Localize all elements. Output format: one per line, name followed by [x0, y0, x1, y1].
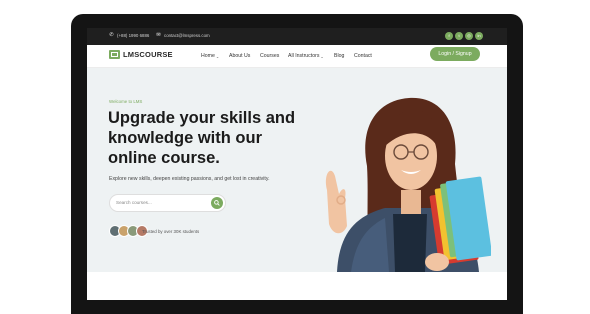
course-search-box[interactable]: Search courses... — [109, 194, 226, 212]
trusted-students-text: Trusted by over 30K students — [142, 229, 200, 234]
nav-item-contact[interactable]: Contact — [354, 53, 372, 59]
nav-item-about[interactable]: About Us — [229, 53, 250, 59]
nav-item-courses[interactable]: Courses — [260, 53, 279, 59]
instagram-icon[interactable]: ◎ — [465, 32, 473, 40]
hero-eyebrow: Welcome to LMS — [109, 99, 143, 104]
hero-section: Welcome to LMS Upgrade your skills and k… — [87, 68, 507, 272]
search-icon — [214, 200, 220, 206]
logo-text: LMSCOURSE — [123, 50, 173, 59]
nav-label-courses: Courses — [260, 53, 280, 59]
search-input[interactable]: Search courses... — [116, 200, 152, 205]
email-contact[interactable]: ✉ contact@lmspress.com — [156, 32, 210, 39]
phone-number: (+88) 1990 6886 — [117, 33, 150, 38]
email-address: contact@lmspress.com — [164, 33, 210, 38]
below-hero-section — [87, 272, 507, 300]
chevron-down-icon: ⌄ — [320, 53, 324, 59]
nav-label-home: Home — [201, 53, 215, 59]
site-logo[interactable]: LMSCOURSE — [109, 50, 173, 59]
nav-label-blog: Blog — [334, 53, 345, 59]
logo-icon — [109, 50, 120, 59]
headline-line-2: knowledge with our — [108, 129, 263, 147]
phone-contact[interactable]: ✆ (+88) 1990 6886 — [109, 32, 150, 39]
student-hero-image — [325, 97, 491, 272]
hero-headline: Upgrade your skills and knowledge with o… — [108, 108, 308, 168]
website-screen: ✆ (+88) 1990 6886 ✉ contact@lmspress.com… — [87, 28, 507, 300]
hero-subtext: Explore new skills, deepen existing pass… — [109, 176, 270, 182]
nav-label-contact: Contact — [354, 53, 372, 59]
login-signup-button[interactable]: Login / Signup — [430, 47, 480, 61]
nav-label-about: About Us — [229, 53, 251, 59]
headline-line-3: online course. — [108, 149, 220, 167]
nav-item-blog[interactable]: Blog — [334, 53, 344, 59]
twitter-icon[interactable]: t — [455, 32, 463, 40]
linkedin-icon[interactable]: in — [475, 32, 483, 40]
mail-icon: ✉ — [156, 32, 161, 38]
nav-item-instructors[interactable]: All Instructors ⌄ — [288, 53, 324, 59]
top-info-bar: ✆ (+88) 1990 6886 ✉ contact@lmspress.com… — [87, 28, 507, 45]
facebook-icon[interactable]: f — [445, 32, 453, 40]
chevron-down-icon: ⌄ — [215, 53, 220, 59]
nav-label-instructors: All Instructors — [288, 53, 320, 59]
search-button[interactable] — [211, 197, 223, 209]
main-navbar: LMSCOURSE Home ⌄ About Us Courses All In… — [87, 45, 507, 68]
headline-line-1: Upgrade your skills and — [108, 109, 296, 127]
phone-icon: ✆ — [109, 32, 114, 38]
nav-item-home[interactable]: Home ⌄ — [201, 53, 219, 59]
